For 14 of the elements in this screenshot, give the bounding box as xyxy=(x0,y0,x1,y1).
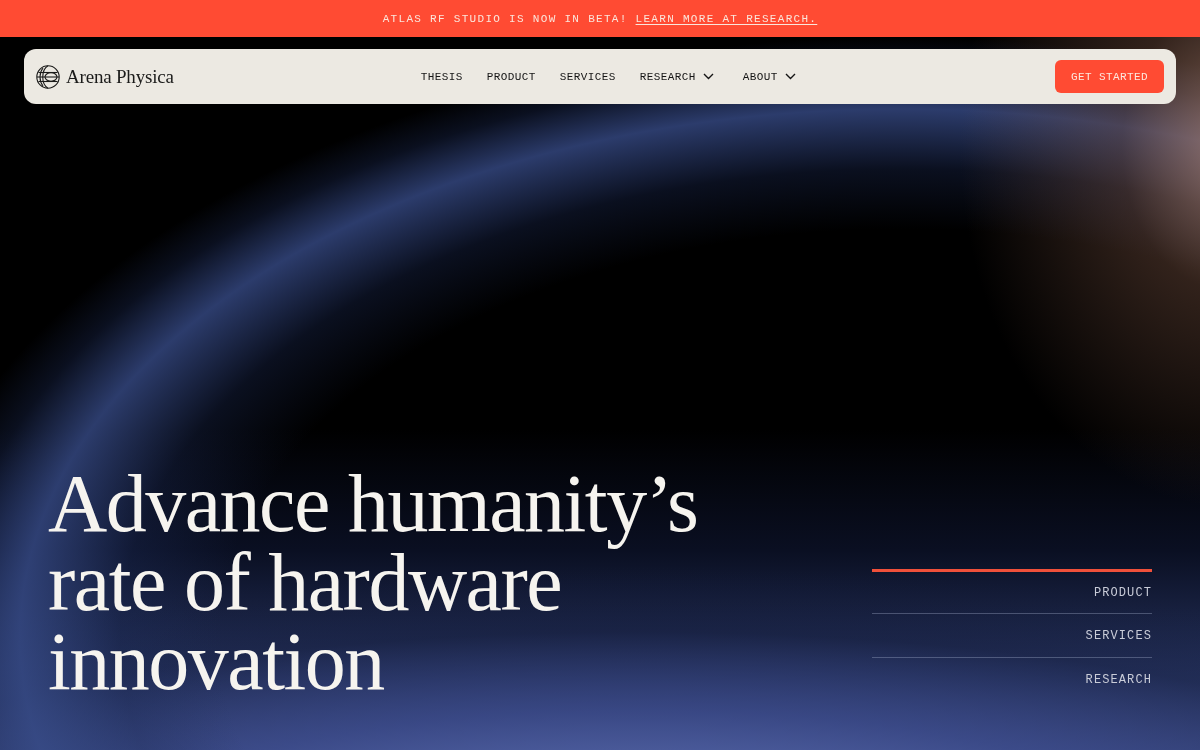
nav-link[interactable]: PRODUCT xyxy=(486,70,536,83)
side-nav-link[interactable]: SERVICES xyxy=(872,613,1152,657)
nav-link[interactable]: SERVICES xyxy=(559,70,616,83)
brand-name[interactable]: Arena Physica xyxy=(66,65,174,88)
hero-headline: Advance humanity’s rate of hardware innovation xyxy=(48,464,699,701)
globe-icon xyxy=(36,64,60,89)
side-nav-link[interactable]: PRODUCT xyxy=(872,569,1152,613)
announcement-text: ATLAS RF STUDIO IS NOW IN BETA! LEARN MORE AT RESEARCH. xyxy=(382,12,818,25)
chevron-down-icon xyxy=(784,73,796,80)
nav-link[interactable]: RESEARCH xyxy=(639,70,719,83)
side-nav-link[interactable]: RESEARCH xyxy=(872,657,1152,701)
nav-link[interactable]: ABOUT xyxy=(742,70,801,83)
chevron-down-icon xyxy=(702,73,714,80)
nav-link[interactable]: THESIS xyxy=(420,70,463,83)
